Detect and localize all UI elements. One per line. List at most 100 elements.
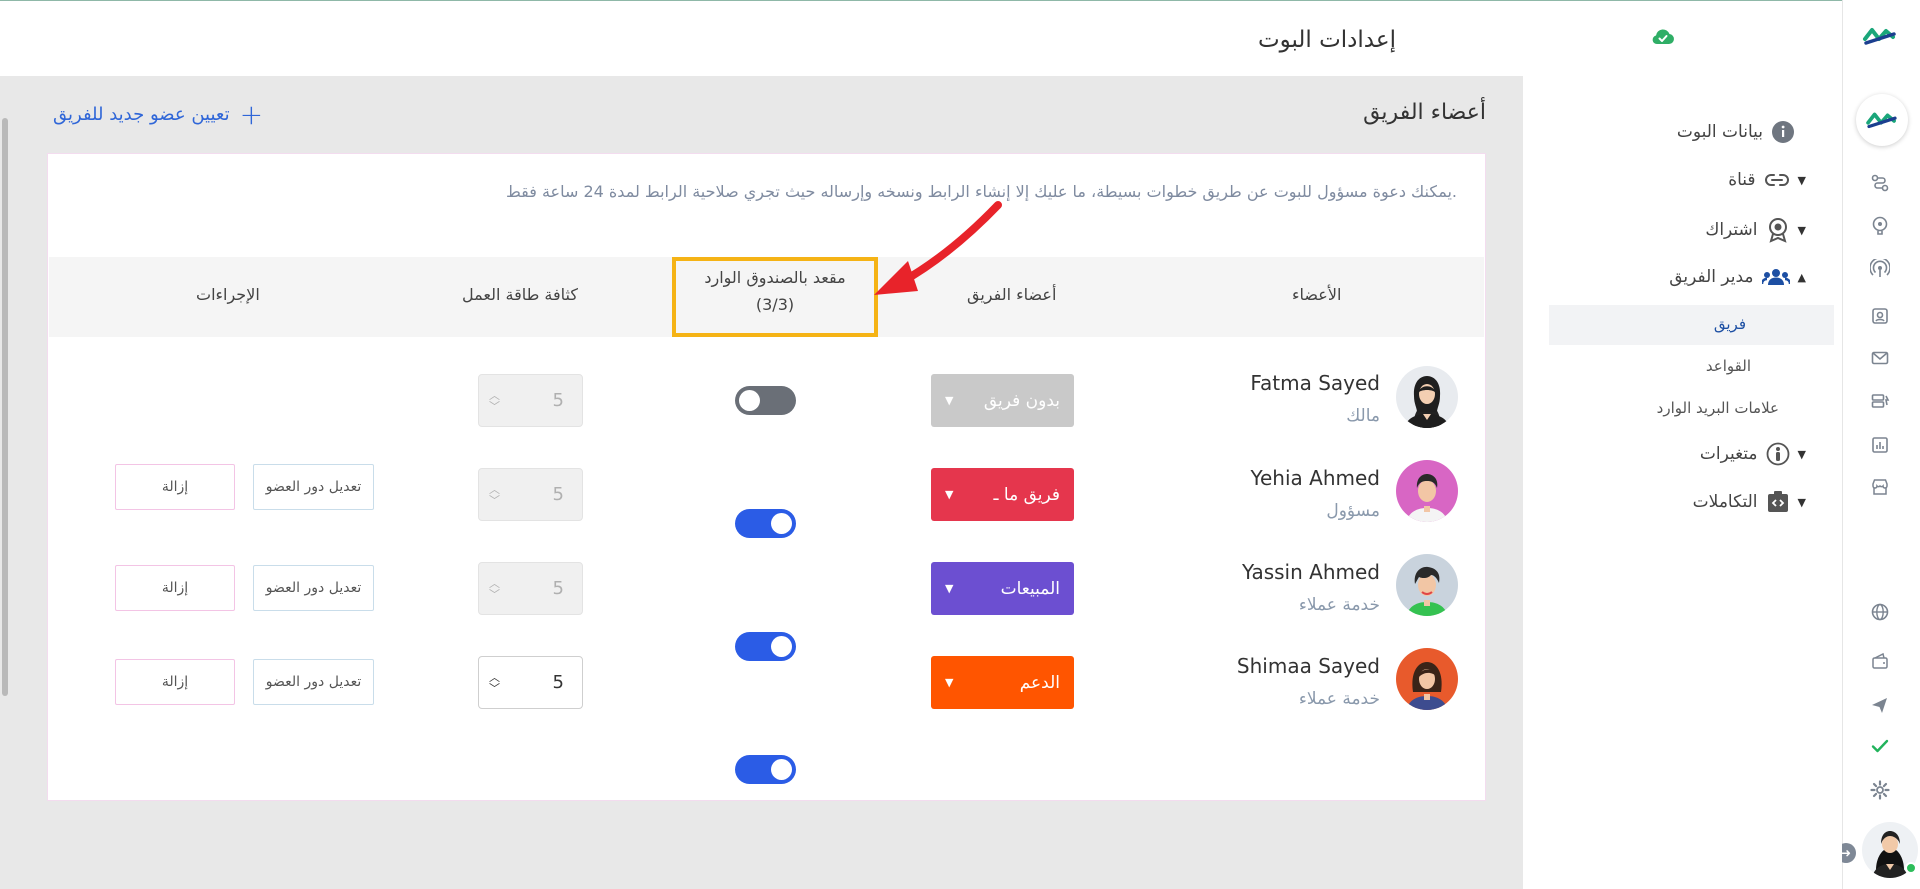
sidebar-item-label: قناة xyxy=(1728,170,1756,190)
team-dropdown-label: الدعم xyxy=(1019,672,1060,693)
mail-icon[interactable] xyxy=(1867,345,1893,371)
arrow-annotation-icon xyxy=(874,201,1002,295)
inbox-seat-toggle[interactable] xyxy=(735,755,796,784)
badge-icon xyxy=(1768,218,1787,243)
avatar xyxy=(1396,366,1458,428)
sidebar-item-label: التكاملات xyxy=(1692,492,1758,512)
team-dropdown[interactable]: ▼ المبيعات xyxy=(931,562,1074,615)
stepper-arrows-icon: ︿ ﹀ xyxy=(489,388,500,413)
member-role: خدمة عملاء xyxy=(1298,689,1380,709)
team-dropdown-label: فريق ما ـ xyxy=(993,484,1061,505)
chevron-down-icon: ▼ xyxy=(945,676,954,689)
wallet-icon[interactable] xyxy=(1867,648,1893,674)
cloud-check-icon xyxy=(1652,29,1674,45)
member-name: Fatma Sayed xyxy=(1250,371,1380,395)
inbox-seat-toggle[interactable] xyxy=(735,509,796,538)
inbox-seat-toggle[interactable] xyxy=(735,386,796,415)
avatar xyxy=(1396,460,1458,522)
sidebar-item-variables[interactable]: متغيرات ▼ xyxy=(1700,442,1806,466)
sidebar-item-label: مدير الفريق xyxy=(1669,267,1754,287)
main-scrollbar[interactable] xyxy=(2,118,8,696)
store-icon[interactable] xyxy=(1867,474,1893,500)
contact-card-icon[interactable] xyxy=(1867,303,1893,329)
remove-button[interactable]: إزالة xyxy=(115,464,235,510)
remove-button[interactable]: إزالة xyxy=(115,659,235,705)
edit-role-button[interactable]: تعديل دور العضو xyxy=(253,464,374,510)
toggle-knob xyxy=(771,513,792,534)
workload-value: 5 xyxy=(552,578,564,599)
inbox-seat-toggle[interactable] xyxy=(735,632,796,661)
stepper-arrows-icon[interactable]: ︿ ﹀ xyxy=(489,672,500,694)
toggle-knob xyxy=(771,759,792,780)
sidebar-item-team-manager[interactable]: مدير الفريق ▲ xyxy=(1669,267,1806,287)
column-header-actions: الإجراءات xyxy=(196,285,260,304)
variable-icon xyxy=(1766,442,1789,466)
workload-stepper[interactable]: ︿ ﹀ 5 xyxy=(478,468,583,521)
column-header-workload: كثافة طاقة العمل xyxy=(462,285,578,304)
sidebar-item-label: اشتراك xyxy=(1705,220,1758,240)
team-dropdown[interactable]: ▼ بدون فريق xyxy=(931,374,1074,427)
analytics-icon[interactable] xyxy=(1867,432,1893,458)
info-icon xyxy=(1772,121,1794,143)
workload-stepper[interactable]: ︿ ﹀ 5 xyxy=(478,562,583,615)
avatar xyxy=(1396,554,1458,616)
sidebar-item-integrations[interactable]: التكاملات ▼ xyxy=(1693,490,1806,514)
check-icon[interactable] xyxy=(1867,733,1893,759)
sidebar-item-subscription[interactable]: اشتراك ▼ xyxy=(1705,217,1806,243)
brand-logo-icon[interactable] xyxy=(1862,22,1898,50)
sidebar-item-bot-data[interactable]: بيانات البوت xyxy=(1677,120,1795,144)
chevron-down-icon: ▼ xyxy=(1797,223,1806,237)
workload-stepper[interactable]: ︿ ﹀ 5 xyxy=(478,656,583,709)
chevron-up-icon: ▲ xyxy=(1797,270,1806,284)
cards-icon[interactable] xyxy=(1867,388,1893,414)
stepper-arrows-icon: ︿ ﹀ xyxy=(489,576,500,601)
send-icon[interactable] xyxy=(1867,692,1893,718)
assign-member-label: تعيين عضو جديد للفريق xyxy=(53,104,230,125)
chevron-down-icon: ▼ xyxy=(945,488,954,501)
member-role: خدمة عملاء xyxy=(1298,595,1380,615)
sidebar-item-label: بيانات البوت xyxy=(1676,122,1763,142)
assign-member-link[interactable]: تعيين عضو جديد للفريق + xyxy=(53,97,264,131)
team-dropdown[interactable]: ▼ فريق ما ـ xyxy=(931,468,1074,521)
team-dropdown-label: المبيعات xyxy=(1000,578,1060,599)
stepper-arrows-icon: ︿ ﹀ xyxy=(489,482,500,507)
team-dropdown-label: بدون فريق xyxy=(983,390,1060,411)
member-name: Shimaa Sayed xyxy=(1236,654,1380,678)
users-icon xyxy=(1761,269,1790,285)
gear-icon[interactable] xyxy=(1867,777,1893,803)
chevron-down-icon: ▼ xyxy=(945,582,954,595)
toggle-knob xyxy=(771,636,792,657)
globe-icon[interactable] xyxy=(1867,599,1893,625)
top-bar xyxy=(0,0,1842,76)
toggle-knob xyxy=(739,390,760,411)
edit-role-button[interactable]: تعديل دور العضو xyxy=(253,659,374,705)
broadcast-icon[interactable] xyxy=(1867,256,1893,282)
sidebar-item-label: متغيرات xyxy=(1699,444,1758,464)
link-icon xyxy=(1764,174,1789,186)
chevron-down-icon: ▼ xyxy=(1797,495,1806,509)
team-dropdown[interactable]: ▼ الدعم xyxy=(931,656,1074,709)
sidebar-subitem-inbox-tags[interactable]: علامات البريد الوارد xyxy=(1657,399,1779,417)
workload-value: 5 xyxy=(552,672,564,693)
workload-value: 5 xyxy=(552,484,564,505)
chevron-down-icon: ▼ xyxy=(1797,173,1806,187)
sidebar xyxy=(1523,76,1842,889)
edit-role-button[interactable]: تعديل دور العضو xyxy=(253,565,374,611)
workload-stepper[interactable]: ︿ ﹀ 5 xyxy=(478,374,583,427)
member-role: مالك xyxy=(1346,406,1380,426)
sidebar-item-channel[interactable]: قناة ▼ xyxy=(1728,170,1806,190)
plus-icon: + xyxy=(239,97,264,131)
sidebar-active-background xyxy=(1549,305,1834,345)
highlight-box xyxy=(672,257,878,337)
bot-avatar-icon[interactable] xyxy=(1856,94,1908,146)
remove-button[interactable]: إزالة xyxy=(115,565,235,611)
flow-icon[interactable] xyxy=(1867,170,1893,196)
sidebar-subitem-rules[interactable]: القواعد xyxy=(1706,357,1751,375)
member-name: Yassin Ahmed xyxy=(1242,560,1380,584)
sidebar-subitem-team[interactable]: فريق xyxy=(1714,315,1746,333)
brain-icon[interactable] xyxy=(1867,212,1893,238)
avatar xyxy=(1396,648,1458,710)
page-title: إعدادات البوت xyxy=(1257,27,1396,53)
column-header-members: الأعضاء xyxy=(1292,285,1342,304)
code-box-icon xyxy=(1767,491,1788,512)
